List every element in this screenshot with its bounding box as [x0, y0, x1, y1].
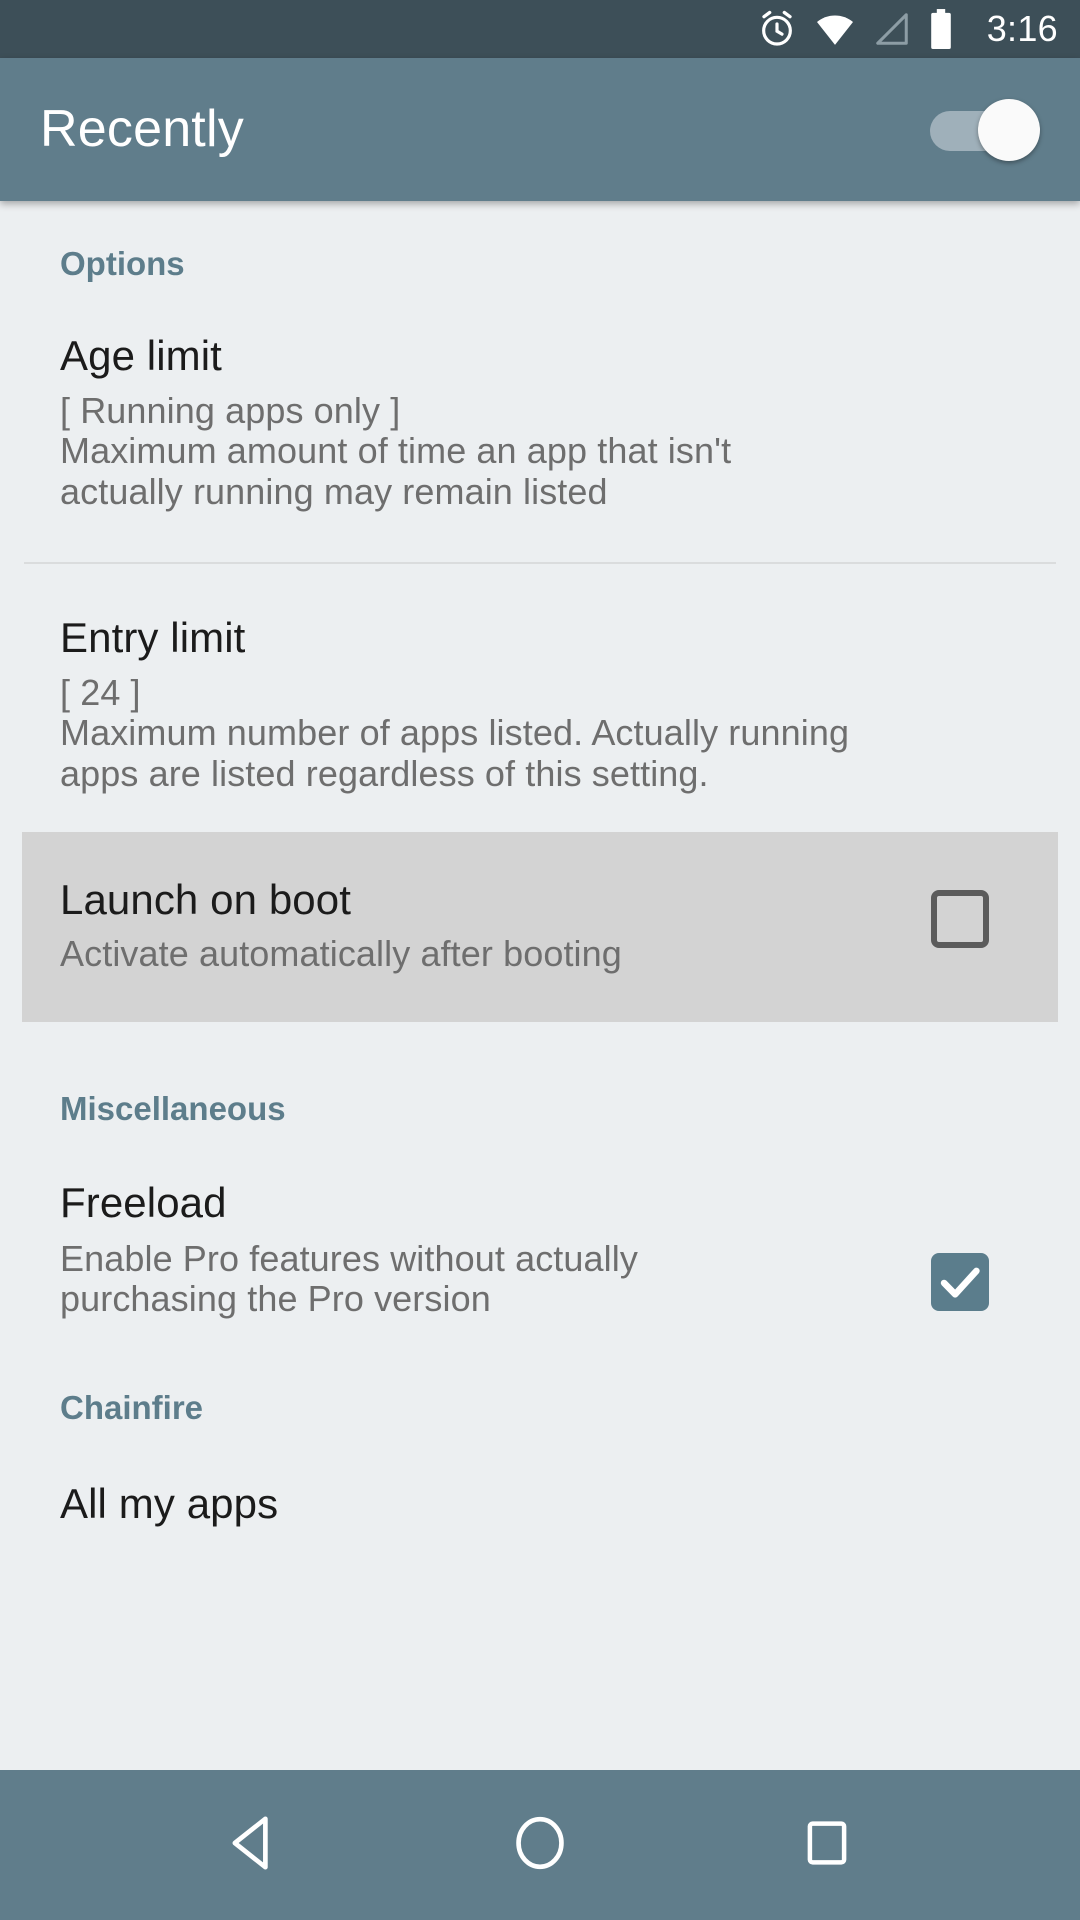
summary-line: [ 24 ]	[60, 672, 141, 714]
summary-line: Enable Pro features without actually	[60, 1237, 638, 1279]
preference-item-entry-limit[interactable]: Entry limit [ 24 ] Maximum number of app…	[0, 614, 1080, 794]
android-settings-screen: 3:16 Recently Options Age limit [ Runnin…	[0, 0, 1080, 1920]
status-bar-clock: 3:16	[986, 8, 1058, 49]
preferences-list[interactable]: Options Age limit [ Running apps only ] …	[0, 201, 1080, 1770]
preference-title: Freeload	[60, 1179, 227, 1227]
preference-item-all-my-apps[interactable]: All my apps	[0, 1482, 1080, 1526]
preference-title: Age limit	[60, 332, 222, 379]
toggle-thumb	[978, 98, 1040, 161]
checkbox-freeload[interactable]	[931, 1253, 989, 1312]
preference-summary: Enable Pro features without actually pur…	[60, 1237, 900, 1320]
section-header-miscellaneous: Miscellaneous	[60, 1090, 286, 1128]
summary-line: Maximum number of apps listed. Actually …	[60, 712, 850, 754]
summary-line: Maximum amount of time an app that isn't	[60, 430, 732, 472]
preference-title: Entry limit	[60, 614, 246, 662]
summary-line: [ Running apps only ]	[60, 390, 401, 432]
home-button[interactable]	[480, 1785, 600, 1905]
preference-summary: [ 24 ] Maximum number of apps listed. Ac…	[60, 672, 1020, 794]
alarm-icon	[757, 9, 797, 49]
preference-item-freeload[interactable]: Freeload Enable Pro features without act…	[0, 1181, 1080, 1319]
preference-item-launch-on-boot[interactable]: Launch on boot Activate automatically af…	[22, 832, 1058, 1023]
status-bar-icons: 3:16	[757, 8, 1058, 50]
preference-summary: [ Running apps only ] Maximum amount of …	[60, 390, 1020, 512]
preference-summary: Activate automatically after booting	[60, 933, 900, 975]
home-circle-icon	[509, 1812, 571, 1879]
master-toggle[interactable]	[928, 97, 1046, 163]
recents-button[interactable]	[767, 1785, 887, 1905]
system-navigation-bar	[0, 1770, 1080, 1920]
signal-icon	[873, 9, 911, 49]
checkbox-launch-on-boot[interactable]	[931, 890, 989, 949]
summary-line: purchasing the Pro version	[60, 1277, 491, 1319]
summary-line: actually running may remain listed	[60, 470, 608, 512]
page-title: Recently	[40, 100, 244, 159]
status-bar: 3:16	[0, 0, 1080, 58]
section-header-options: Options	[60, 245, 185, 282]
recents-square-icon	[800, 1816, 854, 1875]
wifi-icon	[814, 9, 856, 49]
back-button[interactable]	[193, 1785, 313, 1905]
battery-icon	[928, 8, 954, 50]
preference-title: Launch on boot	[60, 876, 351, 924]
preference-title: All my apps	[60, 1480, 279, 1528]
section-header-chainfire: Chainfire	[60, 1389, 204, 1427]
summary-line: apps are listed regardless of this setti…	[60, 752, 709, 794]
back-triangle-icon	[220, 1810, 286, 1881]
preference-item-age-limit[interactable]: Age limit [ Running apps only ] Maximum …	[0, 332, 1080, 512]
app-bar: Recently	[0, 58, 1080, 201]
summary-line: Activate automatically after booting	[60, 933, 622, 975]
